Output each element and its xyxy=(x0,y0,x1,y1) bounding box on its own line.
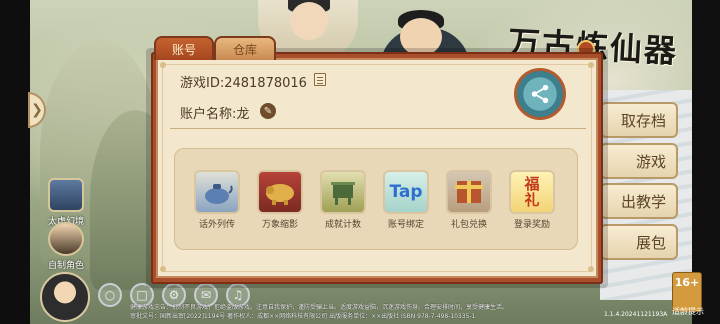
account-name-text: 账户名称:龙 xyxy=(180,107,250,122)
menu-button-expansion[interactable]: 展包 xyxy=(600,224,678,260)
feature-label: 账号绑定 xyxy=(387,220,424,230)
feature-label: 成就计数 xyxy=(324,220,361,230)
account-id-text: 游戏ID:2481878016 xyxy=(180,76,307,91)
feature-account-binding[interactable]: Tap 账号绑定 xyxy=(381,170,431,230)
share-icon xyxy=(531,84,549,104)
menu-button-game[interactable]: 游戏 xyxy=(600,143,678,179)
teapot-icon xyxy=(194,170,240,214)
player-avatar[interactable] xyxy=(40,272,90,322)
chevron-right-icon: ❯ xyxy=(31,102,43,118)
pig-statue-icon xyxy=(257,170,303,214)
side-item-custom-character[interactable]: 自制角色 xyxy=(44,222,88,271)
tab-account[interactable]: 账号 xyxy=(154,36,214,60)
gift-box-icon xyxy=(446,170,492,214)
menu-button-save[interactable]: 取存档 xyxy=(600,102,678,138)
feature-label: 话外列传 xyxy=(198,220,235,230)
feature-label: 礼包兑换 xyxy=(450,220,487,230)
license-notice: 审批文号：国新出审[2022]1194号 著作权人：成都××网络科技有限公司 出… xyxy=(130,313,476,320)
tap-logo-icon: Tap xyxy=(383,170,429,214)
decorative-dot xyxy=(160,266,166,272)
version-label: 1.1.4.20241121193A xyxy=(604,311,668,318)
landscape-icon xyxy=(48,178,84,212)
edit-name-icon[interactable]: ✎ xyxy=(260,103,276,119)
feature-label: 万象缩影 xyxy=(261,220,298,230)
screen-edge-left xyxy=(0,0,30,324)
decorative-dot xyxy=(160,62,166,68)
tab-storage[interactable]: 仓库 xyxy=(214,36,276,60)
divider xyxy=(170,128,586,129)
decorative-dot xyxy=(588,62,594,68)
side-item-label: 自制角色 xyxy=(47,261,84,271)
share-button[interactable] xyxy=(514,68,566,120)
feature-login-reward[interactable]: 福礼 登录奖励 xyxy=(507,170,557,230)
decorative-dot xyxy=(588,266,594,272)
feature-miniature[interactable]: 万象缩影 xyxy=(255,170,305,230)
bronze-vessel-icon xyxy=(320,170,366,214)
feature-side-stories[interactable]: 话外列传 xyxy=(192,170,242,230)
calligraphy-reward-icon: 福礼 xyxy=(509,170,555,214)
feature-label: 登录奖励 xyxy=(513,220,550,230)
menu-button-tutorial[interactable]: 出教学 xyxy=(600,183,678,219)
health-notice: 健康游戏忠告：抵制不良游戏，拒绝盗版游戏。注意自我保护，谨防受骗上当。适度游戏益… xyxy=(130,304,509,311)
chat-icon[interactable]: ○ xyxy=(98,283,122,307)
age-rating-caption: 适龄提示 xyxy=(672,307,704,316)
feature-achievements[interactable]: 成就计数 xyxy=(318,170,368,230)
side-item-taixu[interactable]: 太虚幻境 xyxy=(44,178,88,227)
character-face xyxy=(290,2,328,40)
character-portrait-icon xyxy=(48,222,84,256)
copy-icon[interactable] xyxy=(314,73,326,86)
feature-gift-code[interactable]: 礼包兑换 xyxy=(444,170,494,230)
